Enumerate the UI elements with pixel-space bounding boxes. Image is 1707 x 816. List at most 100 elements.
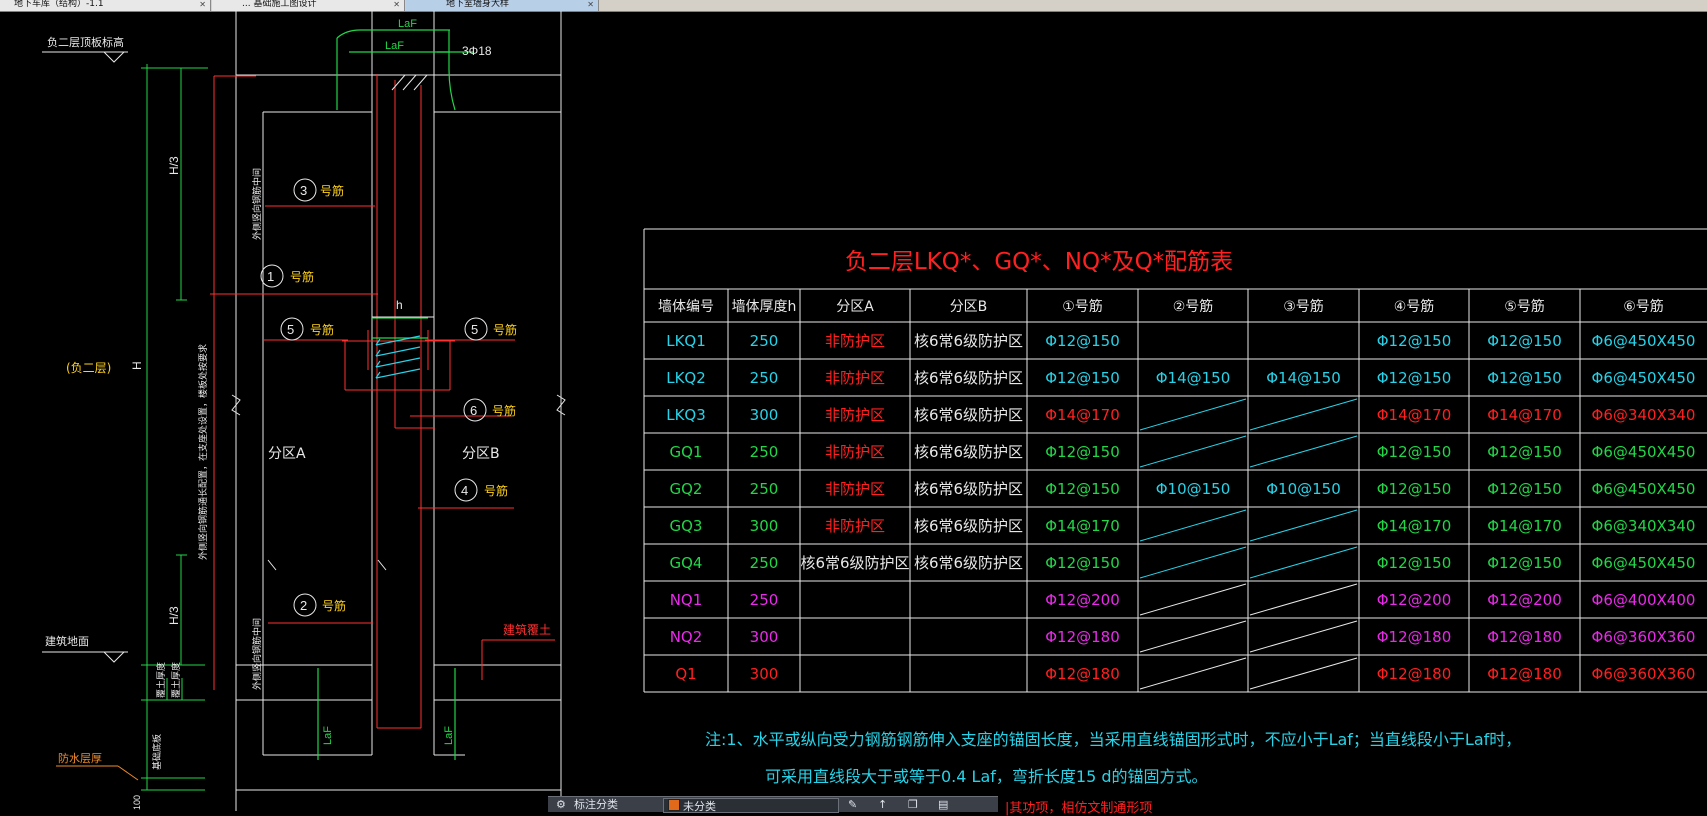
table-cell: Φ14@170 — [1487, 517, 1562, 535]
table-cell: Φ12@180 — [1045, 665, 1120, 683]
copy-icon[interactable]: ❐ — [908, 798, 918, 811]
bar-callout-6: 6 号筋 — [463, 398, 516, 422]
laf-bottom-a-label: LaF — [322, 726, 334, 745]
close-icon[interactable]: ✕ — [587, 0, 594, 9]
table-cell: 非防护区 — [825, 332, 885, 350]
table-cell: Φ12@180 — [1045, 628, 1120, 646]
table-cell: Φ12@150 — [1377, 332, 1452, 350]
arrow-up-icon[interactable]: ↑ — [878, 798, 887, 811]
bar-callout-2: 2 号筋 — [293, 593, 346, 617]
table-cell: Φ12@150 — [1487, 443, 1562, 461]
dimension-100: 100 — [132, 795, 142, 810]
print-icon[interactable]: ▤ — [938, 798, 948, 811]
table-diagonal-mark — [1249, 583, 1358, 616]
table-header-cell: ③号筋 — [1283, 298, 1324, 315]
stirrups — [375, 335, 421, 379]
table-diagonal-mark — [1139, 620, 1247, 653]
annotation-category-label[interactable]: 标注分类 — [574, 798, 618, 811]
fill-depth-label: 覆土厚度 — [170, 662, 182, 698]
bar-callout-5b: 5 号筋 — [464, 317, 517, 341]
pencil-icon[interactable]: ✎ — [848, 798, 857, 811]
table-cell: Φ12@180 — [1487, 665, 1562, 683]
bar-callout-3: 3 号筋 — [293, 178, 344, 202]
table-cell: 300 — [750, 517, 779, 535]
table-diagonal-mark — [1139, 509, 1247, 542]
table-cell: NQ2 — [670, 628, 703, 646]
table-cell: Φ12@200 — [1377, 591, 1452, 609]
table-cell: Φ12@150 — [1487, 332, 1562, 350]
table-header-cell: ②号筋 — [1173, 298, 1214, 315]
table-cell: Φ12@150 — [1045, 480, 1120, 498]
table-cell: GQ1 — [670, 443, 703, 461]
table-cell: 核6常6级防护区 — [914, 443, 1023, 461]
laf-inner-label: LaF — [385, 40, 404, 52]
bar-number: 3 — [300, 183, 307, 198]
close-icon[interactable]: ✕ — [393, 0, 400, 9]
table-diagonal-mark — [1139, 435, 1247, 468]
table-cell: Φ10@150 — [1266, 480, 1341, 498]
floor-label: (负二层) — [66, 361, 111, 375]
table-cell: 核6常6级防护区 — [914, 517, 1023, 535]
document-tab-label: 地下室墙身大样 — [446, 0, 510, 9]
table-cell: Φ10@150 — [1156, 480, 1231, 498]
table-cell: Φ6@340X340 — [1592, 517, 1696, 535]
bar-suffix: 号筋 — [493, 322, 517, 337]
table-cell: 核6常6级防护区 — [914, 369, 1023, 387]
document-tab[interactable]: 地下车库（结构）-1.1 ✕ — [0, 0, 211, 11]
document-tab[interactable]: ... 基础施工图设计 ✕ — [212, 0, 405, 11]
zone-b-label: 分区B — [462, 446, 500, 462]
table-cell: 非防护区 — [825, 406, 885, 424]
document-tab-label: 地下车库（结构）-1.1 — [14, 0, 104, 9]
outer-bar-note: 外侧竖向钢筋中间 — [251, 168, 263, 240]
level-marker-icon — [102, 51, 126, 63]
table-diagonal-mark — [1249, 657, 1358, 690]
table-cell: 非防护区 — [825, 480, 885, 498]
table-cell: Φ6@450X450 — [1592, 554, 1696, 572]
table-cell: Φ12@200 — [1045, 591, 1120, 609]
bar-callout-5a: 5 号筋 — [280, 317, 334, 341]
table-cell: Φ14@170 — [1045, 406, 1120, 424]
waterproof-label: 防水层厚 — [58, 751, 102, 765]
table-cell: LKQ2 — [666, 369, 706, 387]
table-cell: 250 — [750, 554, 779, 572]
table-cell: 250 — [750, 443, 779, 461]
table-cell: Φ12@180 — [1487, 628, 1562, 646]
top-bars-label: 3Φ18 — [462, 44, 492, 58]
table-header-cell: 墙体编号 — [658, 299, 714, 315]
table-cell: Φ12@150 — [1377, 443, 1452, 461]
cad-drawing-canvas[interactable]: 负二层顶板标高 H/3 H/3 H (负二层) 建筑地面 覆土厚度 覆土厚度 基… — [0, 11, 1707, 811]
table-cell: GQ3 — [670, 517, 703, 535]
anchor-lines — [317, 29, 474, 760]
tools-icon[interactable]: ⚙ — [556, 798, 566, 811]
table-cell: 300 — [750, 665, 779, 683]
bar-suffix: 号筋 — [492, 403, 516, 418]
bar-number: 5 — [287, 322, 294, 337]
table-cell: Φ12@180 — [1377, 628, 1452, 646]
table-diagonal-mark — [1139, 657, 1247, 690]
table-cell: LKQ1 — [666, 332, 706, 350]
height-label: H — [130, 361, 144, 370]
bar-number: 5 — [471, 322, 478, 337]
close-icon[interactable]: ✕ — [199, 0, 206, 9]
table-cell: 核6常6级防护区 — [914, 480, 1023, 498]
table-diagonal-mark — [1249, 546, 1358, 579]
wall-section-detail: 负二层顶板标高 H/3 H/3 H (负二层) 建筑地面 覆土厚度 覆土厚度 基… — [42, 11, 566, 811]
table-cell: Φ6@450X450 — [1592, 332, 1696, 350]
document-tab-active[interactable]: 地下室墙身大样 ✕ — [406, 0, 599, 11]
table-cell: Φ6@400X400 — [1592, 591, 1696, 609]
table-header-cell: ①号筋 — [1062, 298, 1103, 315]
long-bar-note: 外侧竖向钢筋通长配置，在支座处设置，楼板处按要求 — [197, 344, 209, 560]
table-cell: Φ14@170 — [1377, 517, 1452, 535]
slab-label: 基础底板 — [151, 734, 163, 770]
table-cell: Φ14@150 — [1266, 369, 1341, 387]
table-cell: Q1 — [675, 665, 696, 683]
table-diagonal-mark — [1249, 398, 1358, 431]
bar-suffix: 号筋 — [320, 183, 344, 198]
table-header-cell: 分区A — [836, 299, 874, 315]
bar-number: 4 — [461, 483, 468, 498]
table-cell: Φ12@150 — [1377, 554, 1452, 572]
table-cell: GQ4 — [670, 554, 703, 572]
table-cell: 250 — [750, 591, 779, 609]
table-cell: Φ14@170 — [1045, 517, 1120, 535]
table-cell: 核6常6级防护区 — [914, 554, 1023, 572]
